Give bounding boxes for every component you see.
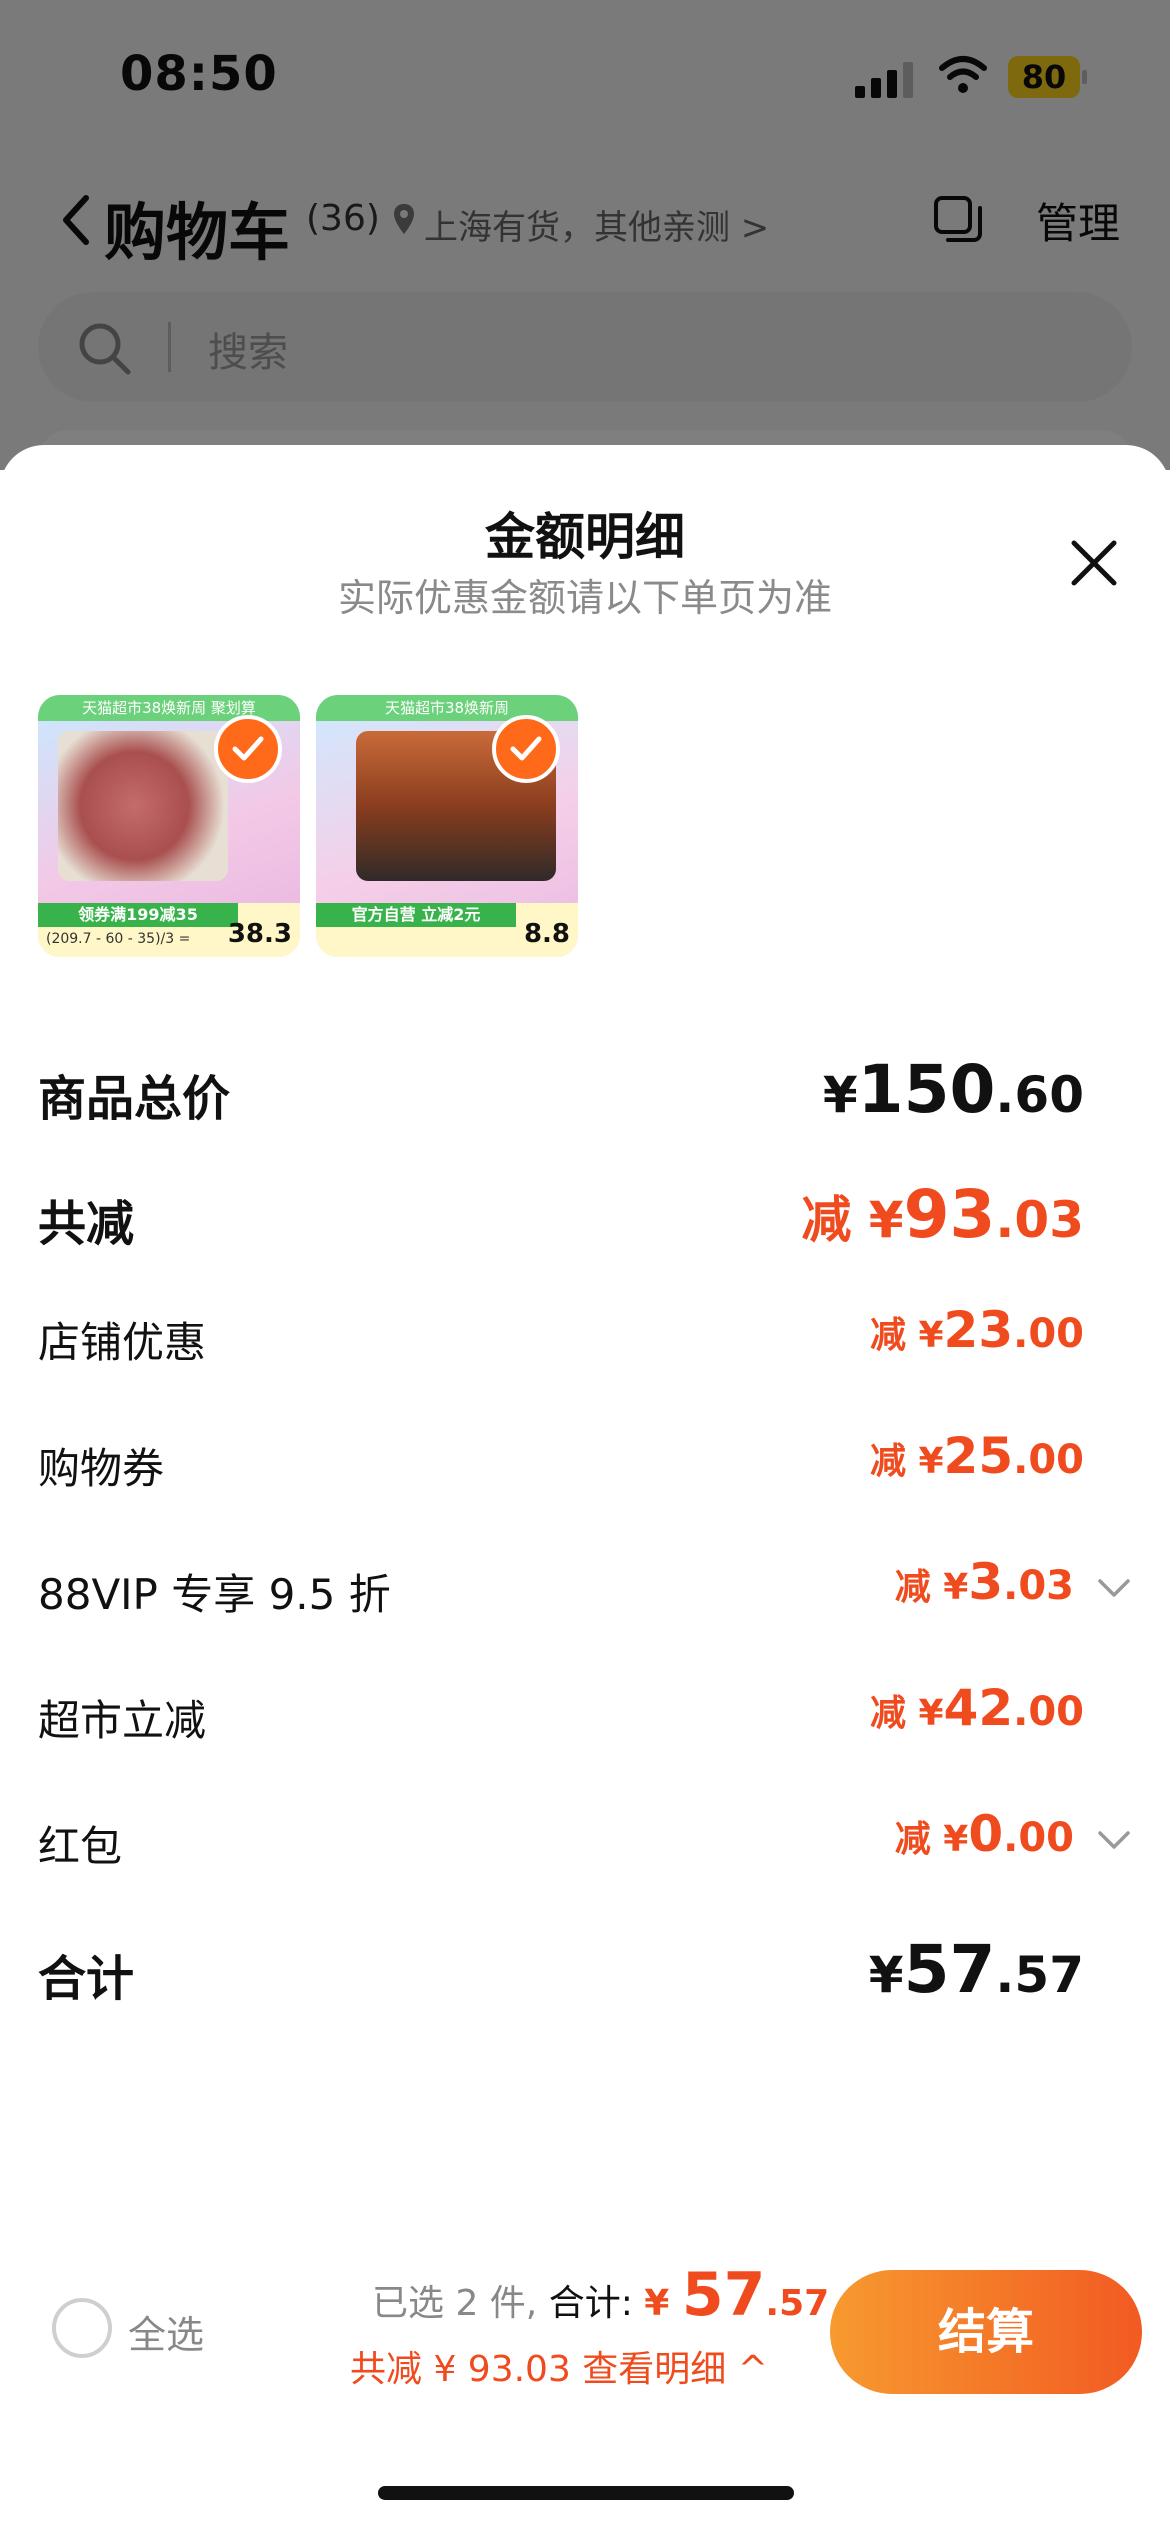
row-88vip-discount[interactable]: 88VIP 专享 9.5 折 减 ¥3.03: [38, 1547, 1132, 1627]
row-value: ¥150.60: [822, 1051, 1084, 1128]
row-label: 共减: [38, 1196, 135, 1252]
row-label: 购物券: [38, 1444, 165, 1493]
select-all-radio[interactable]: [52, 2298, 112, 2358]
row-grand-total: 合计 ¥57.57: [38, 1925, 1132, 2008]
row-store-discount: 店铺优惠 减 ¥23.00: [38, 1295, 1132, 1375]
sheet-subtitle: 实际优惠金额请以下单页为准: [337, 576, 832, 620]
view-detail-link[interactable]: 共减 ¥ 93.03 查看明细 ^: [350, 2340, 768, 2392]
modal-backdrop[interactable]: [0, 0, 1170, 470]
select-all-label[interactable]: 全选: [128, 2304, 204, 2359]
row-goods-total: 商品总价 ¥150.60: [38, 1045, 1132, 1128]
close-icon[interactable]: [1068, 537, 1120, 589]
row-red-packet[interactable]: 红包 减 ¥0.00: [38, 1799, 1132, 1879]
row-value: ¥57.57: [868, 1931, 1084, 2008]
row-label: 店铺优惠: [38, 1318, 207, 1367]
row-label: 超市立减: [38, 1696, 207, 1745]
deal-label: 领券满199减35: [38, 903, 238, 927]
row-label: 商品总价: [38, 1071, 231, 1127]
row-total-discount: 共减 减 ¥93.03: [38, 1170, 1132, 1253]
total-label: 合计:: [548, 2283, 633, 2324]
selected-count: 已选 2 件,: [372, 2283, 538, 2324]
selection-summary: 已选 2 件, 合计: ¥ 57.57: [372, 2260, 829, 2330]
product-deal: 领券满199减35 (209.7 - 60 - 35)/3 = 38.3: [38, 903, 300, 957]
cart-page-background: 08:50 80 购物车 (36) 上海有货，其他亲测 >: [0, 0, 1170, 490]
row-label: 88VIP 专享 9.5 折: [38, 1570, 391, 1619]
product-deal: 官方自营 立减2元 8.8: [316, 903, 578, 957]
row-value: 减 ¥23.00: [869, 1301, 1084, 1359]
row-supermarket-discount: 超市立减 减 ¥42.00: [38, 1673, 1132, 1753]
row-value: 减 ¥0.00: [894, 1805, 1074, 1863]
selected-check-icon: [214, 715, 282, 783]
product-thumbnail[interactable]: 天猫超市38焕新周 聚划算 领券满199减35 (209.7 - 60 - 35…: [38, 695, 300, 957]
row-shopping-voucher: 购物券 减 ¥25.00: [38, 1421, 1132, 1501]
deal-price: 38.3: [227, 919, 292, 949]
total-price: ¥ 57.57: [644, 2260, 830, 2330]
deal-label: 官方自营 立减2元: [316, 903, 516, 927]
checkout-button[interactable]: 结算: [830, 2270, 1142, 2394]
amount-detail-sheet: 金额明细 实际优惠金额请以下单页为准 天猫超市38焕新周 聚划算 领券满199减…: [0, 445, 1170, 2532]
checkout-bar: 全选 已选 2 件, 合计: ¥ 57.57 共减 ¥ 93.03 查看明细 ^…: [0, 2240, 1170, 2420]
chevron-down-icon[interactable]: [1096, 1569, 1132, 1605]
deal-price: 8.8: [523, 919, 570, 949]
sheet-title: 金额明细: [485, 508, 685, 566]
chevron-down-icon[interactable]: [1096, 1821, 1132, 1857]
row-value: 减 ¥3.03: [894, 1553, 1074, 1611]
row-value: 减 ¥25.00: [869, 1427, 1084, 1485]
row-label: 合计: [38, 1951, 135, 2007]
row-value: 减 ¥42.00: [869, 1679, 1084, 1737]
row-label: 红包: [38, 1822, 123, 1871]
row-value: 减 ¥93.03: [801, 1176, 1084, 1253]
deal-calc: (209.7 - 60 - 35)/3 =: [46, 931, 191, 947]
product-thumbnail[interactable]: 天猫超市38焕新周 官方自营 立减2元 8.8: [316, 695, 578, 957]
selected-products: 天猫超市38焕新周 聚划算 领券满199减35 (209.7 - 60 - 35…: [38, 695, 598, 960]
product-image: [58, 731, 228, 881]
selected-check-icon: [492, 715, 560, 783]
home-indicator[interactable]: [378, 2486, 794, 2500]
